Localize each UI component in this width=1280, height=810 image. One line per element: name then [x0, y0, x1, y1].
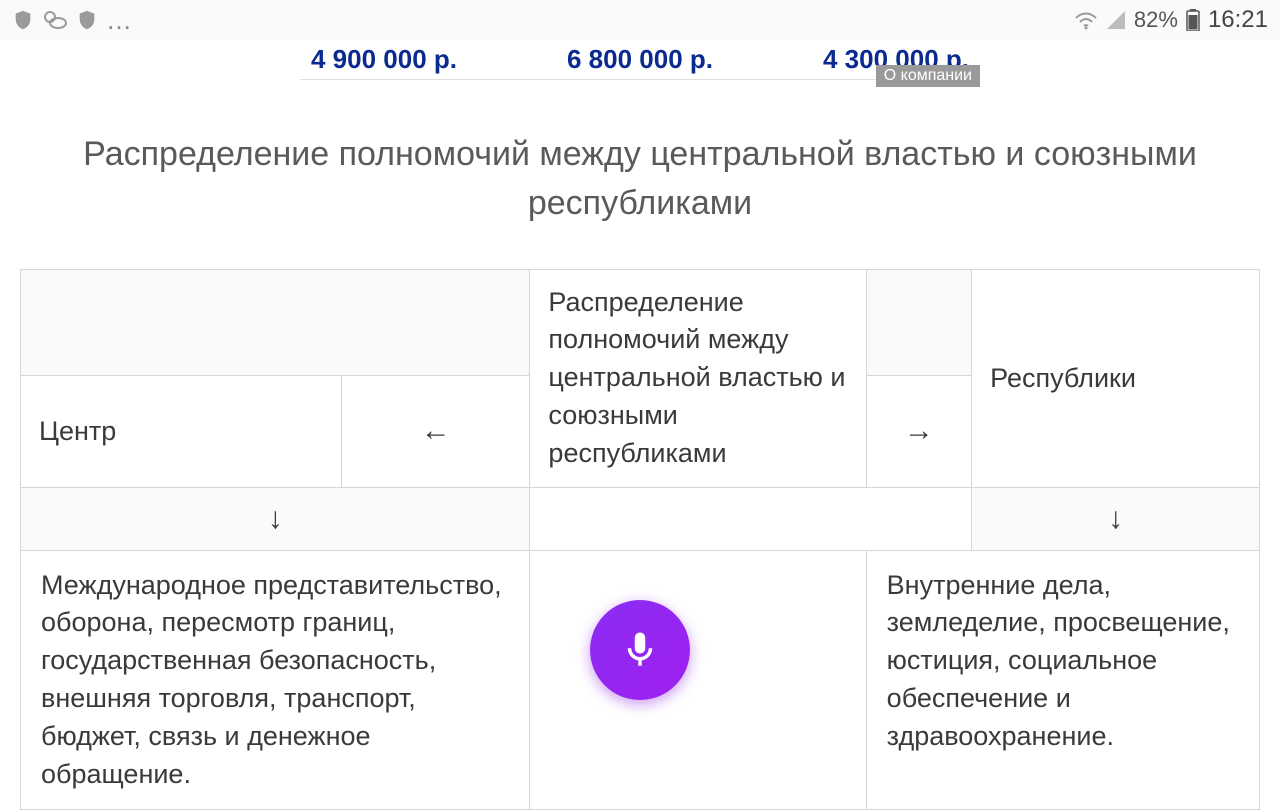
about-company-badge[interactable]: О компании — [876, 65, 980, 87]
battery-percent: 82% — [1134, 7, 1178, 33]
microphone-icon — [619, 629, 661, 671]
status-right: 82% 16:21 — [1074, 6, 1268, 34]
empty-cell — [530, 487, 972, 550]
empty-cell — [866, 269, 972, 375]
right-arrow-cell: → — [866, 375, 972, 487]
ad-banner: 4 900 000 р. 6 800 000 р. 4 300 000 р. О… — [300, 40, 980, 80]
shield-icon — [76, 8, 98, 32]
ad-price[interactable]: 4 900 000 р. — [311, 44, 457, 79]
page-heading: Распределение полномочий между центральн… — [0, 80, 1280, 269]
wifi-icon — [1074, 10, 1098, 30]
empty-cell — [21, 269, 530, 375]
center-body-cell: Международное представительство, оборона… — [21, 550, 530, 810]
down-arrow-cell: ↓ — [972, 487, 1260, 550]
left-arrow-cell: ← — [342, 375, 530, 487]
republics-label-cell: Республики — [972, 269, 1260, 487]
more-icon: … — [106, 5, 134, 36]
powers-table: Распределение полномочий между центральн… — [20, 269, 1260, 810]
weather-icon — [42, 9, 68, 31]
empty-body-cell — [530, 550, 866, 810]
center-title-cell: Распределение полномочий между центральн… — [530, 269, 866, 487]
ad-price[interactable]: 6 800 000 р. — [567, 44, 713, 79]
down-arrow-cell: ↓ — [21, 487, 530, 550]
center-label-cell: Центр — [21, 375, 342, 487]
status-bar: … 82% 16:21 — [0, 0, 1280, 40]
signal-icon — [1106, 10, 1126, 30]
voice-assistant-button[interactable] — [590, 600, 690, 700]
status-left: … — [12, 5, 134, 36]
republics-body-cell: Внутренние дела, земледелие, просвещение… — [866, 550, 1259, 810]
battery-icon — [1186, 9, 1200, 31]
clock: 16:21 — [1208, 6, 1268, 34]
shield-icon — [12, 8, 34, 32]
